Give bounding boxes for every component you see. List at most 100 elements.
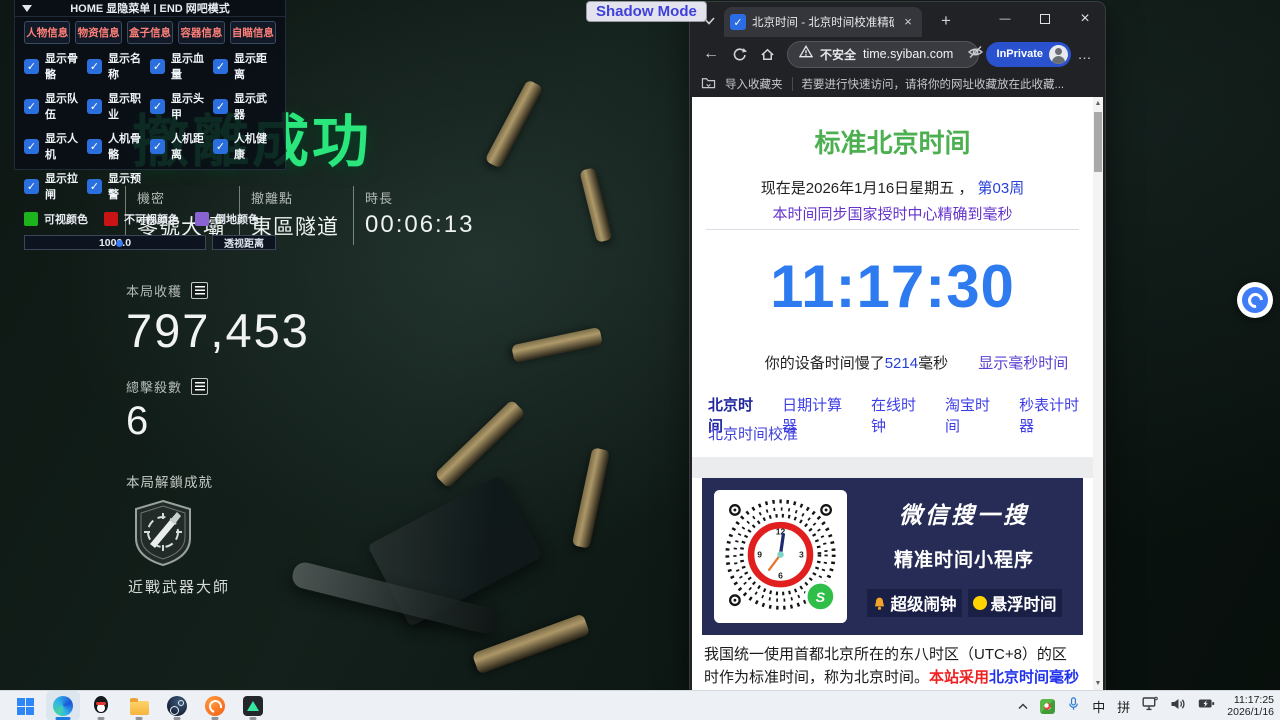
sync-notice-link[interactable]: 本时间同步国家授时中心精确到毫秒 <box>692 203 1093 223</box>
checkbox-label: 显示人机 <box>45 130 87 162</box>
edge-icon <box>53 696 73 716</box>
browser-tab[interactable]: 北京时间 - 北京时间校准精确到毫 <box>724 7 922 37</box>
invisible-color-swatch[interactable] <box>104 212 118 226</box>
visible-color-setting[interactable]: 可视颜色 <box>24 211 88 227</box>
tray-expand-chevron-icon[interactable] <box>1018 697 1028 715</box>
checkbox-checked-icon <box>150 59 165 74</box>
wechat-miniprogram-banner[interactable]: 12 3 6 9 S 微信搜一搜 精准时间小程序 <box>702 478 1083 635</box>
week-number-link[interactable]: 第03周 <box>978 180 1025 197</box>
cheat-menu-title: HOME 显隐菜单 | END 网吧模式 <box>70 0 230 16</box>
battery-icon[interactable] <box>1198 697 1215 715</box>
menu-checkbox[interactable]: 人机骨骼 <box>87 130 150 162</box>
tray-app-icon[interactable] <box>1040 699 1055 714</box>
menu-checkbox[interactable]: 显示骨骼 <box>24 50 87 82</box>
import-favorites-label[interactable]: 导入收藏夹 <box>725 76 783 92</box>
tab-loot-info[interactable]: 物资信息 <box>75 21 121 44</box>
taskbar-clock[interactable]: 11:17:25 2026/1/16 <box>1227 694 1274 718</box>
scroll-down-arrow-icon[interactable] <box>1093 680 1103 687</box>
downed-color-swatch[interactable] <box>195 212 209 226</box>
taskbar-qq-button[interactable] <box>84 691 118 720</box>
intro-paragraph: 我国统一使用首都北京所在的东八时区（UTC+8）的区时作为标准时间，称为北京时间… <box>704 643 1081 690</box>
taskbar-launcher-button[interactable] <box>198 691 232 720</box>
tracking-prevention-eye-off-icon[interactable] <box>967 45 984 64</box>
menu-checkbox[interactable]: 人机距离 <box>150 130 213 162</box>
menu-checkbox[interactable]: 显示职业 <box>87 90 150 122</box>
slider-handle[interactable] <box>116 240 123 247</box>
not-secure-label[interactable]: 不安全 <box>820 46 856 63</box>
url-bar[interactable]: 不安全 time.syiban.com <box>787 41 979 68</box>
show-milliseconds-link[interactable]: 显示毫秒时间 <box>978 355 1068 372</box>
close-button[interactable] <box>1065 2 1105 35</box>
nav-time-calibration[interactable]: 北京时间校准 <box>708 426 798 443</box>
taskbar-edge-button[interactable] <box>46 691 80 720</box>
menu-checkbox[interactable]: 人机健康 <box>213 130 276 162</box>
list-detail-icon[interactable] <box>191 378 208 395</box>
qq-icon <box>92 696 110 716</box>
ime-language-indicator[interactable]: 中 <box>1092 697 1105 716</box>
para-red1: 本站采用 <box>929 669 989 686</box>
taskbar-deltaforce-button[interactable] <box>236 691 270 720</box>
menu-checkbox[interactable]: 显示武器 <box>213 90 276 122</box>
esp-distance-slider[interactable]: 1000.0 <box>24 235 206 250</box>
ime-pinyin-indicator[interactable]: 拼 <box>1117 697 1130 716</box>
minimize-button[interactable] <box>985 2 1025 35</box>
page-scrollbar[interactable] <box>1093 97 1103 690</box>
invisible-color-setting[interactable]: 不可视颜色 <box>104 211 179 227</box>
checkbox-label: 显示血量 <box>171 50 213 82</box>
kills-label: 總擊殺數 <box>126 377 182 396</box>
home-button[interactable] <box>754 41 780 67</box>
inprivate-badge[interactable]: InPrivate <box>986 42 1071 67</box>
menu-checkbox[interactable]: 显示队伍 <box>24 90 87 122</box>
nav-date-calculator[interactable]: 日期计算器 <box>782 394 856 414</box>
esp-distance-slider-row: 1000.0 透视距离 <box>24 235 276 250</box>
collapse-caret-icon[interactable] <box>22 5 32 12</box>
floating-assistant-button[interactable] <box>1237 282 1273 318</box>
nav-beijing-time[interactable]: 北京时间 <box>708 394 767 414</box>
menu-checkbox[interactable]: 显示距离 <box>213 50 276 82</box>
menu-checkbox[interactable]: 显示预警 <box>87 170 150 202</box>
scroll-up-arrow-icon[interactable] <box>1093 100 1103 107</box>
menu-checkbox[interactable]: 显示头甲 <box>150 90 213 122</box>
new-tab-button[interactable] <box>934 10 958 32</box>
alarm-badge-label: 超级闹钟 <box>891 591 957 615</box>
tab-aimbot-info[interactable]: 自瞄信息 <box>230 21 276 44</box>
menu-checkbox[interactable]: 显示血量 <box>150 50 213 82</box>
tab-container-info[interactable]: 容器信息 <box>178 21 224 44</box>
checkbox-label: 显示武器 <box>234 90 276 122</box>
url-host[interactable]: time.syiban.com <box>863 47 953 61</box>
tab-box-info[interactable]: 盒子信息 <box>127 21 173 44</box>
offset-value: 5214 <box>885 355 918 372</box>
not-secure-warning-icon[interactable] <box>799 45 813 63</box>
menu-checkbox[interactable]: 显示拉闸 <box>24 170 87 202</box>
import-favorites-icon <box>701 76 716 92</box>
profile-avatar <box>1049 45 1068 64</box>
nav-taobao-time[interactable]: 淘宝时间 <box>945 394 1004 414</box>
downed-color-setting[interactable]: 倒地颜色 <box>195 211 259 227</box>
tab-character-info[interactable]: 人物信息 <box>24 21 70 44</box>
visible-color-swatch[interactable] <box>24 212 38 226</box>
microphone-icon[interactable] <box>1067 696 1080 717</box>
taskbar-steam-button[interactable] <box>160 691 194 720</box>
game-screen: 撤離成功 HOME 显隐菜单 | END 网吧模式 人物信息 物资信息 盒子信息… <box>0 0 1280 720</box>
maximize-button[interactable] <box>1025 2 1065 35</box>
menu-checkbox[interactable]: 显示名称 <box>87 50 150 82</box>
banner-headline: 微信搜一搜 <box>899 496 1029 530</box>
scrollbar-thumb[interactable] <box>1094 112 1102 172</box>
alarm-badge: 超级闹钟 <box>867 589 962 617</box>
taskbar-explorer-button[interactable] <box>122 691 156 720</box>
settings-menu-button[interactable] <box>1073 46 1097 62</box>
nav-online-clock[interactable]: 在线时钟 <box>871 394 930 414</box>
reload-button[interactable] <box>726 41 752 67</box>
list-detail-icon[interactable] <box>191 282 208 299</box>
checkbox-label: 人机距离 <box>171 130 213 162</box>
nav-stopwatch[interactable]: 秒表计时器 <box>1019 394 1093 414</box>
checkbox-checked-icon <box>24 179 39 194</box>
swatch-label: 倒地颜色 <box>215 211 259 227</box>
menu-checkbox[interactable]: 显示人机 <box>24 130 87 162</box>
start-button[interactable] <box>8 691 42 720</box>
display-cast-icon[interactable] <box>1142 696 1158 716</box>
clock-date: 2026/1/16 <box>1227 706 1274 718</box>
back-button[interactable] <box>698 41 724 67</box>
tab-close-icon[interactable] <box>900 14 916 30</box>
speaker-icon[interactable] <box>1170 697 1186 716</box>
